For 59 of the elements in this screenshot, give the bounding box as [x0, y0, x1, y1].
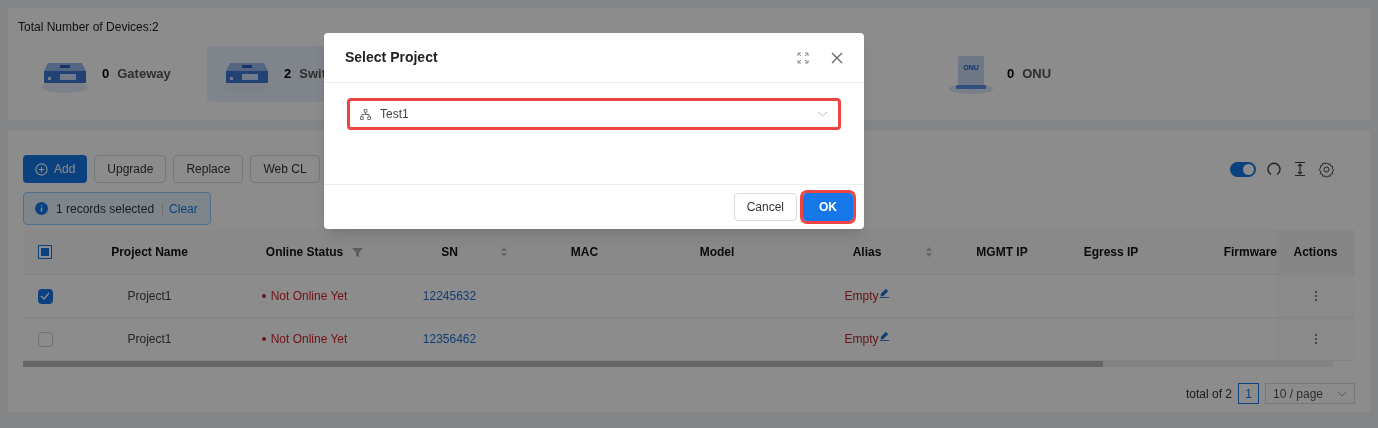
plus-circle-icon — [35, 162, 48, 176]
column-header: Firmware — [1222, 244, 1277, 261]
column-header: Online Status — [232, 230, 377, 274]
device-count: 0 — [102, 65, 110, 84]
edit-icon[interactable] — [878, 287, 890, 298]
more-options-icon[interactable] — [1313, 290, 1318, 302]
row-checkbox[interactable] — [37, 331, 53, 347]
filter-icon[interactable] — [352, 246, 363, 258]
horizontal-scrollbar[interactable] — [23, 361, 1333, 367]
edit-icon[interactable] — [878, 330, 890, 341]
online-status-cell: Not Online Yet — [261, 330, 348, 348]
info-icon — [35, 202, 48, 215]
select-all-checkbox[interactable] — [38, 245, 52, 259]
device-type-label: ONU — [1022, 65, 1052, 84]
column-height-icon[interactable] — [1292, 161, 1308, 177]
column-header: Alias — [787, 230, 947, 274]
sn-link[interactable]: 12356462 — [422, 330, 477, 348]
project-select[interactable]: Test1 — [347, 98, 841, 130]
cancel-button[interactable]: Cancel — [733, 193, 797, 221]
device-count: 0 — [1007, 65, 1015, 84]
pagination-total: total of 2 — [1185, 385, 1232, 403]
toolbar-button[interactable]: Replace — [173, 155, 244, 183]
column-header: Project Name — [110, 244, 189, 261]
device-count: 2 — [284, 65, 292, 84]
online-status-cell: Not Online Yet — [261, 287, 348, 305]
alias-cell-text: Empty — [844, 288, 879, 305]
more-options-icon[interactable] — [1313, 333, 1318, 345]
project-name-cell-text: Project1 — [127, 331, 172, 348]
chevron-down-icon — [817, 111, 828, 117]
page-size-select[interactable]: 10 / page — [1265, 383, 1355, 404]
alias-cell-text: Empty — [844, 331, 879, 348]
expand-icon[interactable] — [797, 51, 809, 64]
row-checkbox[interactable] — [37, 288, 53, 304]
toolbar-button[interactable]: Web CL — [250, 155, 320, 183]
page-button[interactable]: 1 — [1238, 383, 1259, 404]
column-header: Egress IP — [1082, 244, 1140, 261]
ok-button[interactable]: OK — [803, 193, 853, 221]
clear-link[interactable]: Clear — [169, 199, 198, 218]
chevron-down-icon — [1337, 390, 1347, 397]
toolbar-button[interactable]: Upgrade — [94, 155, 167, 183]
close-icon[interactable] — [831, 51, 843, 64]
summary-title: Total Number of Devices:2 — [18, 19, 160, 36]
sn-link[interactable]: 12245632 — [422, 287, 477, 305]
sort-icon[interactable] — [500, 246, 508, 258]
column-header: MGMT IP — [975, 244, 1029, 261]
auto-refresh-toggle[interactable] — [1230, 161, 1256, 177]
add-button[interactable]: Add — [23, 155, 88, 183]
selection-count-text: 1 records selected — [56, 200, 155, 218]
device-type-card[interactable]: 0 Gateway — [25, 46, 200, 102]
settings-icon[interactable] — [1318, 160, 1335, 178]
device-type-label: Gateway — [117, 65, 171, 84]
column-header: Model — [698, 244, 736, 261]
column-header: MAC — [569, 244, 600, 261]
hierarchy-icon — [360, 108, 371, 120]
refresh-icon[interactable] — [1266, 161, 1282, 177]
project-name-cell-text: Project1 — [127, 288, 172, 305]
selected-project-value: Test1 — [380, 106, 409, 123]
sort-icon[interactable] — [925, 246, 933, 258]
column-header: SN — [377, 230, 522, 274]
